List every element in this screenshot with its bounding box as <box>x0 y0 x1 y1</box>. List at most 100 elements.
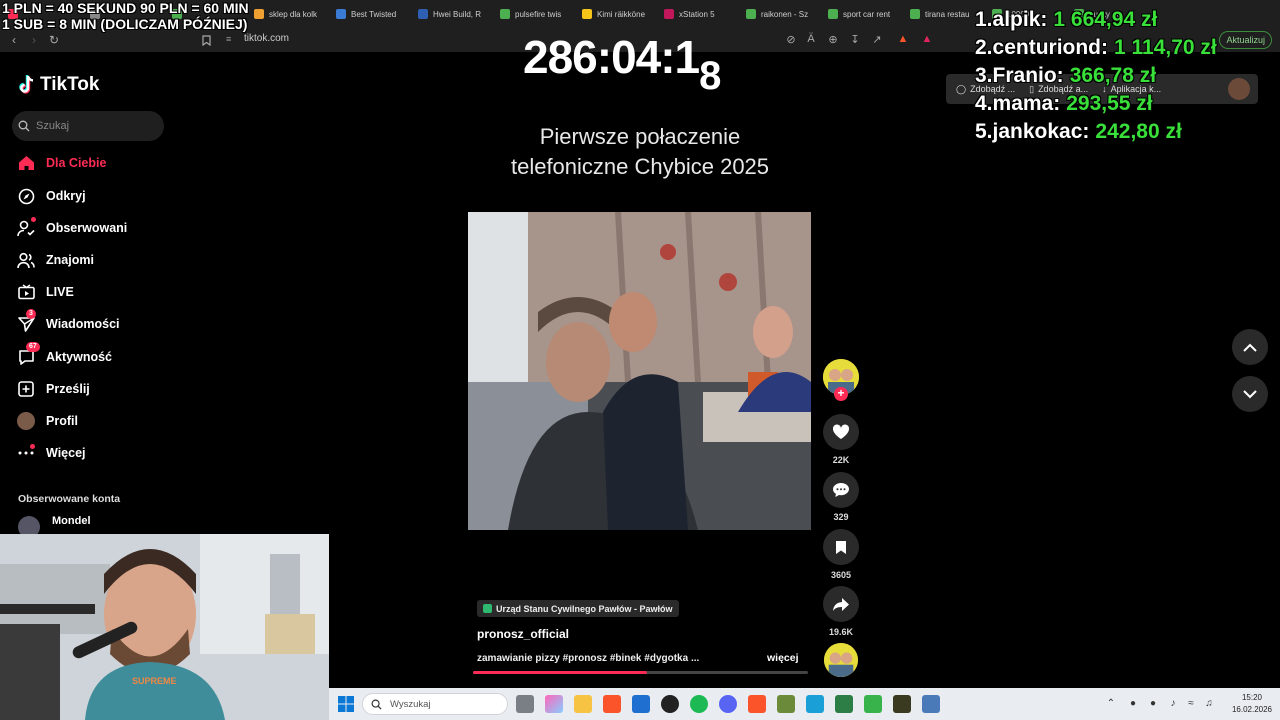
next-video-button[interactable] <box>1232 376 1268 412</box>
tab-label: Best Twisted <box>351 9 397 19</box>
leaderboard-rank: 4. <box>975 92 993 115</box>
nav-label: Prześlij <box>46 382 90 396</box>
tiktok-logo[interactable]: TikTok <box>18 74 99 96</box>
brave-window-icon[interactable] <box>748 695 766 713</box>
nav-for-you[interactable]: Dla Ciebie <box>17 152 106 174</box>
share-button[interactable] <box>823 586 859 622</box>
github-icon[interactable] <box>661 695 679 713</box>
file-explorer-icon[interactable] <box>574 695 592 713</box>
live-tv-icon <box>17 283 35 301</box>
download-icon[interactable]: ↧ <box>846 30 864 48</box>
heart-icon <box>832 424 850 439</box>
browser-tab[interactable]: sklep dla kolk <box>248 3 328 25</box>
calculator-icon[interactable] <box>922 695 940 713</box>
timer-main: 286:04:1 <box>523 31 700 83</box>
browser-tab[interactable]: raikonen - Sz <box>740 3 820 25</box>
location-label: Urząd Stanu Cywilnego Pawłów - Pawłów <box>496 603 673 614</box>
browser-tab[interactable]: tirana restau <box>904 3 984 25</box>
nav-following[interactable]: Obserwowani <box>17 217 127 239</box>
nav-label: Więcej <box>46 446 86 460</box>
search-input[interactable] <box>36 120 146 132</box>
nav-live[interactable]: LIVE <box>17 281 74 303</box>
leaderboard-name: jankokac: <box>992 120 1090 143</box>
wifi-icon[interactable]: ≈ <box>1184 696 1198 710</box>
app-icon[interactable] <box>777 695 795 713</box>
tiktok-search[interactable] <box>12 111 164 141</box>
nav-friends[interactable]: Znajomi <box>17 249 94 271</box>
tab-label: sklep dla kolk <box>269 9 318 19</box>
nav-upload[interactable]: Prześlij <box>17 378 90 400</box>
brave-browser-icon[interactable] <box>603 695 621 713</box>
profile-avatar[interactable] <box>1228 78 1250 100</box>
music-disc-avatar[interactable] <box>824 643 858 677</box>
browser-tab[interactable]: Kimi räikköne <box>576 3 656 25</box>
reload-button[interactable]: ↻ <box>44 30 64 50</box>
nav-label: Odkryj <box>46 189 86 203</box>
bookmark-icon[interactable] <box>196 30 216 50</box>
browser-tab[interactable]: Best Twisted <box>330 3 410 25</box>
spotify-icon[interactable] <box>690 695 708 713</box>
store-icon[interactable] <box>632 695 650 713</box>
tab-favicon-icon <box>664 9 674 19</box>
video-player[interactable] <box>468 212 811 530</box>
music-disc-image <box>824 643 858 677</box>
url-field[interactable]: tiktok.com <box>244 33 289 44</box>
tray-app-icon[interactable]: ● <box>1146 696 1160 710</box>
tray-app-icon[interactable]: ● <box>1126 696 1140 710</box>
tab-favicon-icon <box>418 9 428 19</box>
leaderboard-name: centuriond: <box>992 36 1109 59</box>
brave-shield-icon[interactable]: ▲ <box>894 30 912 48</box>
follow-button[interactable]: + <box>834 387 848 401</box>
browser-tab[interactable]: xStation 5 <box>658 3 738 25</box>
browser-tab[interactable]: sport car rent <box>822 3 902 25</box>
volume-icon[interactable]: ♫ <box>1202 696 1216 710</box>
share-icon[interactable]: ↗ <box>868 30 886 48</box>
clock-time: 15:20 <box>1241 693 1263 702</box>
nav-label: Profil <box>46 414 78 428</box>
app-icon[interactable] <box>893 695 911 713</box>
location-chip[interactable]: Urząd Stanu Cywilnego Pawłów - Pawłów <box>477 600 679 617</box>
taskbar-search-input[interactable] <box>390 698 500 710</box>
app-icon[interactable] <box>835 695 853 713</box>
search-icon <box>371 699 382 710</box>
update-button[interactable]: Aktualizuj <box>1219 31 1272 49</box>
discord-icon[interactable] <box>719 695 737 713</box>
comment-icon <box>833 483 849 497</box>
tab-label: Kimi räikköne <box>597 9 646 19</box>
donation-rules: 1 PLN = 40 SEKUND 90 PLN = 60 MIN 1 SUB … <box>2 0 249 32</box>
no-tracking-icon[interactable]: ⊘ <box>782 30 800 48</box>
followed-accounts-title: Obserwowane konta <box>18 493 121 505</box>
taskbar-search[interactable] <box>362 693 508 715</box>
taskbar-clock[interactable]: 15:20 16.02.2026 <box>1230 692 1274 716</box>
browser-tab[interactable]: Hwei Build, R <box>412 3 492 25</box>
tray-chevron-icon[interactable]: ⌃ <box>1104 696 1118 710</box>
nav-profile[interactable]: Profil <box>17 410 78 432</box>
following-icon <box>17 217 36 237</box>
nav-explore[interactable]: Odkryj <box>17 185 86 207</box>
site-info-icon[interactable]: ≡ <box>226 34 231 44</box>
caption-more-button[interactable]: więcej <box>767 652 799 664</box>
copilot-icon[interactable] <box>545 695 563 713</box>
back-button[interactable]: ‹ <box>4 30 24 50</box>
zoom-icon[interactable]: ⊕ <box>824 30 842 48</box>
logo-text: TikTok <box>40 74 100 95</box>
browser-tab[interactable]: pulsefire twis <box>494 3 574 25</box>
video-author[interactable]: pronosz_official <box>477 627 569 641</box>
notepad-icon[interactable] <box>806 695 824 713</box>
nav-activity[interactable]: 67 Aktywność <box>17 342 112 368</box>
like-button[interactable] <box>823 414 859 450</box>
forward-button[interactable]: › <box>24 30 44 50</box>
translate-icon[interactable]: Ä <box>802 30 820 48</box>
app-icon[interactable] <box>864 695 882 713</box>
microphone-icon[interactable]: ♪ <box>1166 696 1180 710</box>
video-progress-bar[interactable] <box>473 671 808 674</box>
previous-video-button[interactable] <box>1232 329 1268 365</box>
nav-more[interactable]: Więcej <box>17 442 86 464</box>
task-view-icon[interactable] <box>516 695 534 713</box>
save-button[interactable] <box>823 529 859 565</box>
windows-start-icon[interactable] <box>338 696 354 712</box>
leaderboard-row: 4. mama: 293,55 zł <box>975 92 1217 120</box>
nav-messages[interactable]: 3 Wiadomości <box>17 309 120 335</box>
comment-button[interactable] <box>823 472 859 508</box>
rewards-icon[interactable]: ▲ <box>918 30 936 48</box>
